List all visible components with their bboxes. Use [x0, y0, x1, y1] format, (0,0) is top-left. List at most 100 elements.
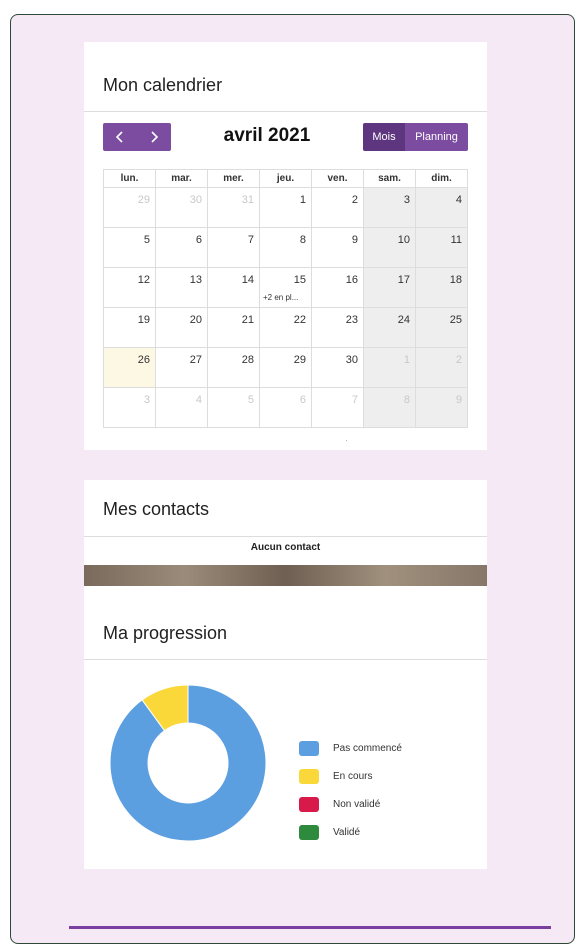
calendar-day-cell[interactable]: 21: [208, 308, 260, 348]
day-number: 8: [299, 234, 306, 246]
calendar-day-cell[interactable]: 4: [156, 388, 208, 428]
legend-swatch: [299, 824, 319, 840]
day-number: 23: [345, 314, 358, 326]
progress-divider: [84, 659, 487, 660]
legend-item[interactable]: En cours: [299, 762, 402, 790]
calendar-day-cell[interactable]: 13: [156, 268, 208, 308]
day-number: 1: [403, 354, 410, 366]
day-number: 16: [345, 274, 358, 286]
calendar-day-cell[interactable]: 23: [312, 308, 364, 348]
day-number: 10: [397, 234, 410, 246]
day-number: 30: [189, 194, 202, 206]
calendar-day-cell[interactable]: 19: [104, 308, 156, 348]
day-number: 29: [293, 354, 306, 366]
day-number: 22: [293, 314, 306, 326]
calendar-day-cell[interactable]: 22: [260, 308, 312, 348]
calendar-day-cell[interactable]: 9: [312, 228, 364, 268]
legend-swatch: [299, 740, 319, 756]
next-month-button[interactable]: [137, 123, 171, 151]
calendar-day-cell[interactable]: 8: [260, 228, 312, 268]
day-number: 18: [449, 274, 462, 286]
scroll-dot: [346, 440, 347, 441]
legend-item[interactable]: Validé: [299, 818, 402, 846]
calendar-day-cell[interactable]: 31: [208, 188, 260, 228]
weekday-label: mer.: [208, 170, 260, 188]
calendar-day-cell[interactable]: 8: [364, 388, 416, 428]
view-toggle: Mois Planning: [363, 123, 468, 151]
calendar-day-cell[interactable]: 29: [104, 188, 156, 228]
weekday-label: lun.: [104, 170, 156, 188]
calendar-day-cell[interactable]: 4: [416, 188, 468, 228]
calendar-day-cell[interactable]: 16: [312, 268, 364, 308]
day-number: 25: [449, 314, 462, 326]
legend-item[interactable]: Pas commencé: [299, 734, 402, 762]
view-month-button[interactable]: Mois: [363, 123, 405, 151]
calendar-day-cell[interactable]: 24: [364, 308, 416, 348]
day-number: 21: [241, 314, 254, 326]
legend-item[interactable]: Non validé: [299, 790, 402, 818]
day-number: 6: [195, 234, 202, 246]
calendar-nav-group: [103, 123, 171, 151]
calendar-day-cell[interactable]: 1: [364, 348, 416, 388]
calendar-day-cell[interactable]: 26: [104, 348, 156, 388]
calendar-day-cell[interactable]: 3: [104, 388, 156, 428]
calendar-week-row: 12 13 14 15 +2 en pl... 16 17 18: [104, 268, 468, 308]
calendar-day-cell[interactable]: 14: [208, 268, 260, 308]
day-number: 30: [345, 354, 358, 366]
calendar-day-cell[interactable]: 28: [208, 348, 260, 388]
calendar-day-cell[interactable]: 17: [364, 268, 416, 308]
calendar-day-cell[interactable]: 12: [104, 268, 156, 308]
calendar-day-cell[interactable]: 15 +2 en pl...: [260, 268, 312, 308]
day-number: 17: [397, 274, 410, 286]
calendar-day-cell[interactable]: 6: [156, 228, 208, 268]
calendar-body: 29 30 31 1 2 3 4 5 6 7 8 9 10 11 12 13 14 15 +2 en pl... 16…: [104, 188, 468, 428]
day-number: 9: [455, 394, 462, 406]
calendar-day-cell[interactable]: 7: [208, 228, 260, 268]
day-number: 29: [137, 194, 150, 206]
calendar-day-cell[interactable]: 29: [260, 348, 312, 388]
day-number: 3: [143, 394, 150, 406]
calendar-day-cell[interactable]: 6: [260, 388, 312, 428]
day-number: 9: [351, 234, 358, 246]
calendar-day-cell[interactable]: 25: [416, 308, 468, 348]
month-title: avril 2021: [223, 125, 311, 146]
day-number: 7: [247, 234, 254, 246]
calendar-day-cell[interactable]: 1: [260, 188, 312, 228]
day-number: 26: [137, 354, 150, 366]
calendar-day-cell[interactable]: 5: [104, 228, 156, 268]
view-planning-button[interactable]: Planning: [405, 123, 468, 151]
calendar-day-cell[interactable]: 7: [312, 388, 364, 428]
weekday-label: jeu.: [260, 170, 312, 188]
day-number: 20: [189, 314, 202, 326]
calendar-day-cell[interactable]: 30: [156, 188, 208, 228]
calendar-day-cell[interactable]: 27: [156, 348, 208, 388]
day-number: 2: [351, 194, 358, 206]
contacts-title: Mes contacts: [103, 499, 210, 519]
prev-month-button[interactable]: [103, 123, 137, 151]
no-contact-label: Aucun contact: [250, 542, 321, 553]
calendar-day-cell[interactable]: 10: [364, 228, 416, 268]
day-number: 12: [137, 274, 150, 286]
calendar-divider: [84, 111, 487, 112]
calendar-day-cell[interactable]: 18: [416, 268, 468, 308]
more-events-link[interactable]: +2 en pl...: [263, 293, 298, 302]
chevron-left-icon: [115, 131, 123, 143]
calendar-week-row: 3 4 5 6 7 8 9: [104, 388, 468, 428]
contacts-divider: [84, 536, 487, 537]
weekday-label: dim.: [416, 170, 468, 188]
day-number: 4: [195, 394, 202, 406]
calendar-day-cell[interactable]: 2: [312, 188, 364, 228]
day-number: 27: [189, 354, 202, 366]
calendar-day-cell[interactable]: 20: [156, 308, 208, 348]
weekday-label: mar.: [156, 170, 208, 188]
day-number: 7: [351, 394, 358, 406]
calendar-day-cell[interactable]: 9: [416, 388, 468, 428]
calendar-day-cell[interactable]: 30: [312, 348, 364, 388]
calendar-week-row: 29 30 31 1 2 3 4: [104, 188, 468, 228]
calendar-day-cell[interactable]: 2: [416, 348, 468, 388]
calendar-day-cell[interactable]: 3: [364, 188, 416, 228]
calendar-day-cell[interactable]: 11: [416, 228, 468, 268]
chevron-right-icon: [151, 131, 159, 143]
calendar-title: Mon calendrier: [103, 75, 223, 95]
calendar-day-cell[interactable]: 5: [208, 388, 260, 428]
